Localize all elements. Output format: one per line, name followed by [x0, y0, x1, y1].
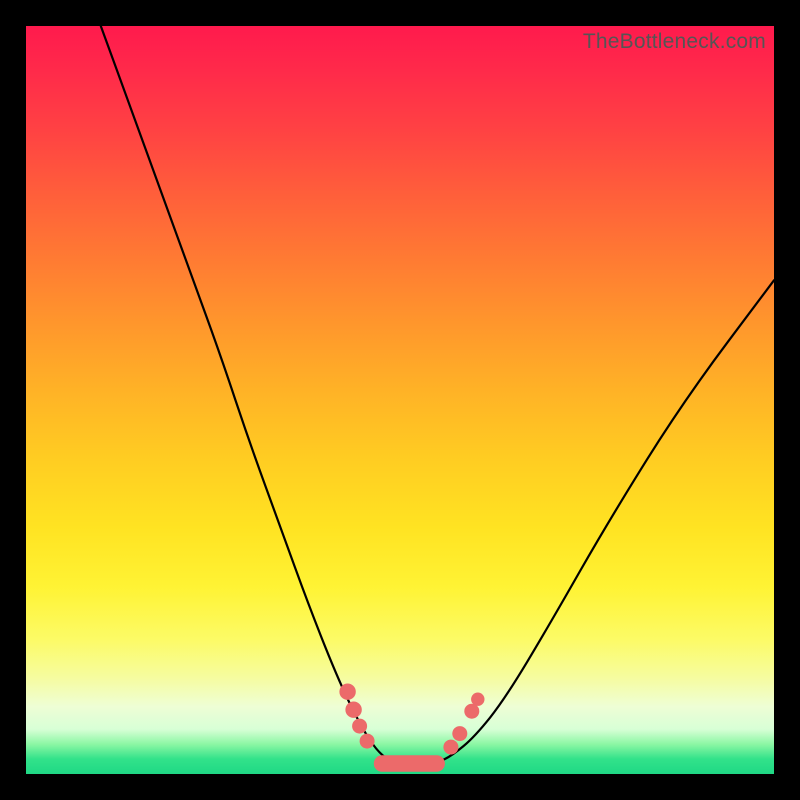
bottleneck-curve [26, 26, 774, 774]
chart-plot-area: TheBottleneck.com [26, 26, 774, 774]
marker-dot [443, 740, 458, 755]
marker-dot [464, 704, 479, 719]
marker-dot [345, 702, 361, 718]
marker-dot [352, 719, 367, 734]
marker-dot [471, 693, 484, 706]
marker-dot [360, 734, 375, 749]
marker-dot [452, 726, 467, 741]
trough-bar [374, 755, 445, 772]
attribution-text: TheBottleneck.com [583, 30, 766, 54]
curve-path [101, 26, 774, 765]
marker-cluster [339, 684, 484, 772]
chart-frame: TheBottleneck.com [0, 0, 800, 800]
marker-dot [339, 684, 355, 700]
